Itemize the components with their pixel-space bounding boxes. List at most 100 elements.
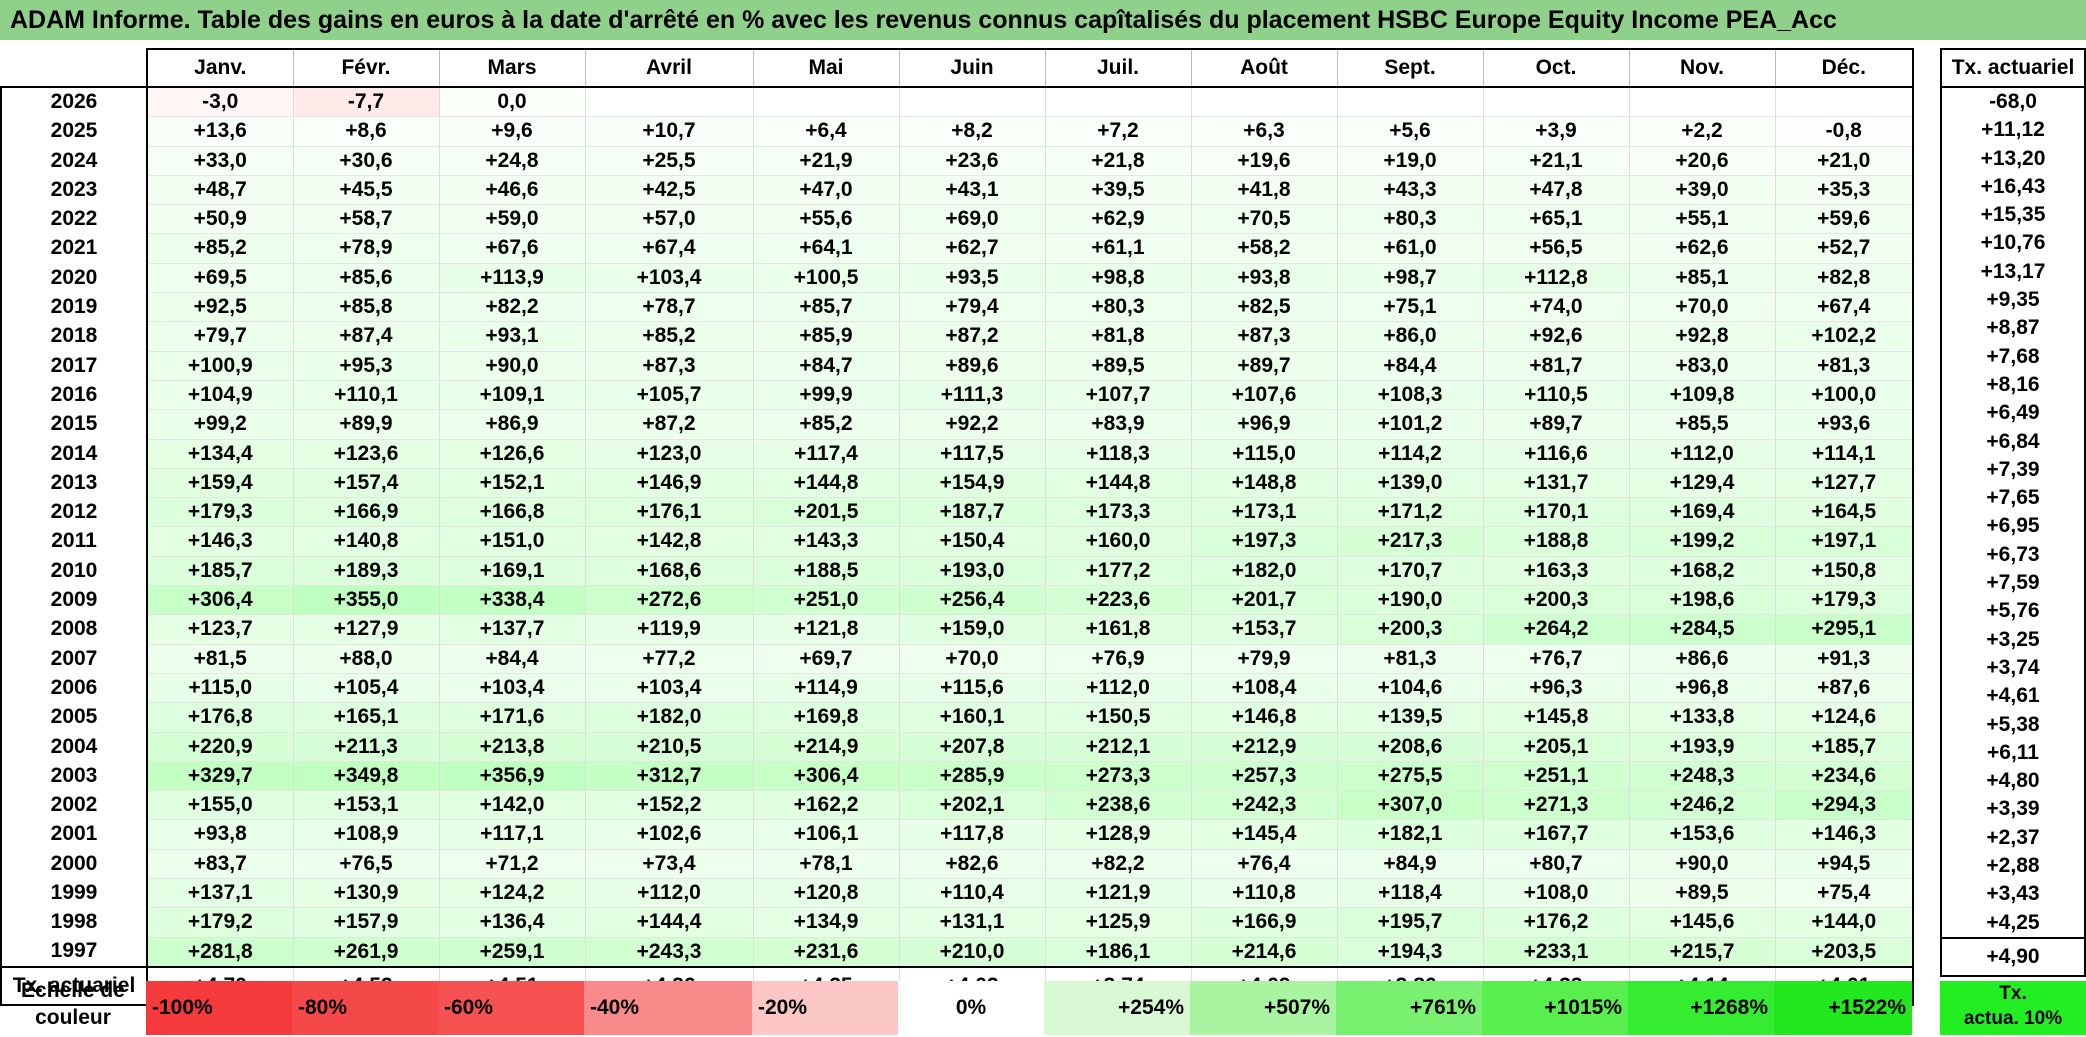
actuarial-row: +8,87 — [1940, 314, 2086, 343]
gain-cell: +120,8 — [752, 878, 899, 909]
gain-cell: +80,3 — [1336, 204, 1483, 235]
year-label: 2005 — [0, 702, 147, 733]
gain-cell: +104,6 — [1336, 673, 1483, 704]
gain-cell: +173,3 — [1044, 497, 1191, 528]
actuarial-rate-cell: -68,0 — [1940, 87, 2086, 117]
gain-cell: +117,8 — [898, 819, 1045, 850]
gain-cell: +100,5 — [752, 263, 899, 294]
gain-cell: +92,6 — [1482, 321, 1629, 352]
year-label: 2025 — [0, 116, 147, 147]
gain-cell: +108,4 — [1190, 673, 1337, 704]
gain-cell: +179,3 — [1774, 585, 1914, 616]
gain-cell: +90,0 — [1628, 849, 1775, 880]
gain-cell: +71,2 — [438, 849, 585, 880]
gain-cell: +136,4 — [438, 907, 585, 938]
gain-cell: +75,1 — [1336, 292, 1483, 323]
gain-cell: +98,7 — [1336, 263, 1483, 294]
gain-cell: +74,0 — [1482, 292, 1629, 323]
gain-cell: +82,2 — [438, 292, 585, 323]
gain-cell: +256,4 — [898, 585, 1045, 616]
gain-cell: +212,9 — [1190, 732, 1337, 762]
month-header: Févr. — [292, 48, 440, 88]
gain-cell: +89,9 — [292, 409, 439, 440]
year-label: 1999 — [0, 878, 147, 908]
gain-cell: +210,0 — [898, 937, 1045, 968]
gain-cell: +251,0 — [752, 585, 899, 616]
gain-cell: +93,8 — [1190, 263, 1337, 294]
gain-cell: +52,7 — [1774, 233, 1914, 264]
gain-cell: +100,9 — [146, 351, 293, 381]
gain-cell: +7,2 — [1044, 116, 1191, 147]
gain-cell: +88,0 — [292, 644, 439, 674]
year-label: 2006 — [0, 673, 147, 703]
gain-cell: +294,3 — [1774, 790, 1914, 821]
actuarial-row: +3,74 — [1940, 653, 2086, 683]
gain-cell: +89,7 — [1482, 409, 1629, 440]
gain-cell: +86,9 — [438, 409, 585, 440]
year-label: 2004 — [0, 732, 147, 762]
actuarial-row: +9,35 — [1940, 286, 2086, 315]
year-label: 2003 — [0, 761, 147, 791]
gain-cell: +95,3 — [292, 351, 439, 381]
gain-cell: +62,9 — [1044, 204, 1191, 235]
gain-cell: +76,9 — [1044, 644, 1191, 674]
gain-cell: +176,2 — [1482, 907, 1629, 938]
gain-cell: +112,0 — [584, 878, 753, 909]
actuarial-rate-cell: +6,95 — [1940, 512, 2086, 541]
year-label: 2002 — [0, 790, 147, 820]
gain-cell: +112,0 — [1044, 673, 1191, 704]
gain-cell: +78,7 — [584, 292, 753, 323]
gain-cell — [1774, 86, 1914, 118]
gain-cell: +213,8 — [438, 732, 585, 762]
month-header: Janv. — [146, 48, 294, 88]
color-scale-swatch: +1268% — [1628, 981, 1774, 1035]
gain-cell: +153,6 — [1628, 819, 1775, 850]
gain-cell: +115,0 — [146, 673, 293, 704]
actuarial-rate-cell: +3,39 — [1940, 795, 2086, 824]
gain-cell: +65,1 — [1482, 204, 1629, 235]
gain-cell: +118,3 — [1044, 439, 1191, 469]
gain-cell: +193,9 — [1628, 732, 1775, 762]
actuarial-rate-cell: +6,84 — [1940, 427, 2086, 456]
gain-cell: +64,1 — [752, 233, 899, 264]
gain-cell: +195,7 — [1336, 907, 1483, 938]
actuarial-row: +2,37 — [1940, 823, 2086, 853]
gain-cell: +129,4 — [1628, 468, 1775, 499]
gain-cell — [1482, 86, 1629, 118]
gain-cell: +5,6 — [1336, 116, 1483, 147]
gain-cell — [1336, 86, 1483, 118]
year-label: 2001 — [0, 819, 147, 850]
gain-cell: +82,5 — [1190, 292, 1337, 323]
year-label: 1997 — [0, 937, 147, 967]
gain-cell: +173,1 — [1190, 497, 1337, 528]
gain-cell: +96,3 — [1482, 673, 1629, 704]
actuarial-rate-cell: +8,87 — [1940, 314, 2086, 343]
actuarial-row: +6,84 — [1940, 427, 2086, 456]
actuarial-rate-cell: +9,35 — [1940, 286, 2086, 315]
gain-cell: +150,4 — [898, 526, 1045, 557]
gain-cell: +3,9 — [1482, 116, 1629, 147]
gain-cell: +142,8 — [584, 526, 753, 557]
gain-cell: +87,6 — [1774, 673, 1914, 704]
gain-cell: +179,3 — [146, 497, 293, 528]
actuarial-rate-cell: +7,68 — [1940, 342, 2086, 371]
month-header: Juin — [898, 48, 1046, 88]
gain-cell: +93,8 — [146, 819, 293, 850]
gain-cell: +82,6 — [898, 849, 1045, 880]
gain-cell: +76,5 — [292, 849, 439, 880]
actuarial-row: +10,76 — [1940, 229, 2086, 258]
gain-cell: +231,6 — [752, 937, 899, 968]
color-scale-swatch: -100% — [146, 981, 292, 1035]
actuarial-rate-cell: +3,74 — [1940, 653, 2086, 683]
actuarial-row: +2,88 — [1940, 852, 2086, 881]
gain-cell: +201,7 — [1190, 585, 1337, 616]
gain-cell: +117,4 — [752, 439, 899, 469]
gain-cell: +85,5 — [1628, 409, 1775, 440]
gain-cell: +61,1 — [1044, 233, 1191, 264]
gain-cell: +94,5 — [1774, 849, 1914, 880]
gain-cell: +165,1 — [292, 702, 439, 733]
actuarial-row: +6,73 — [1940, 540, 2086, 570]
footer-overall-rate: +4,90 — [1940, 936, 2086, 977]
gain-cell: +112,0 — [1628, 439, 1775, 469]
gain-cell: +78,1 — [752, 849, 899, 880]
